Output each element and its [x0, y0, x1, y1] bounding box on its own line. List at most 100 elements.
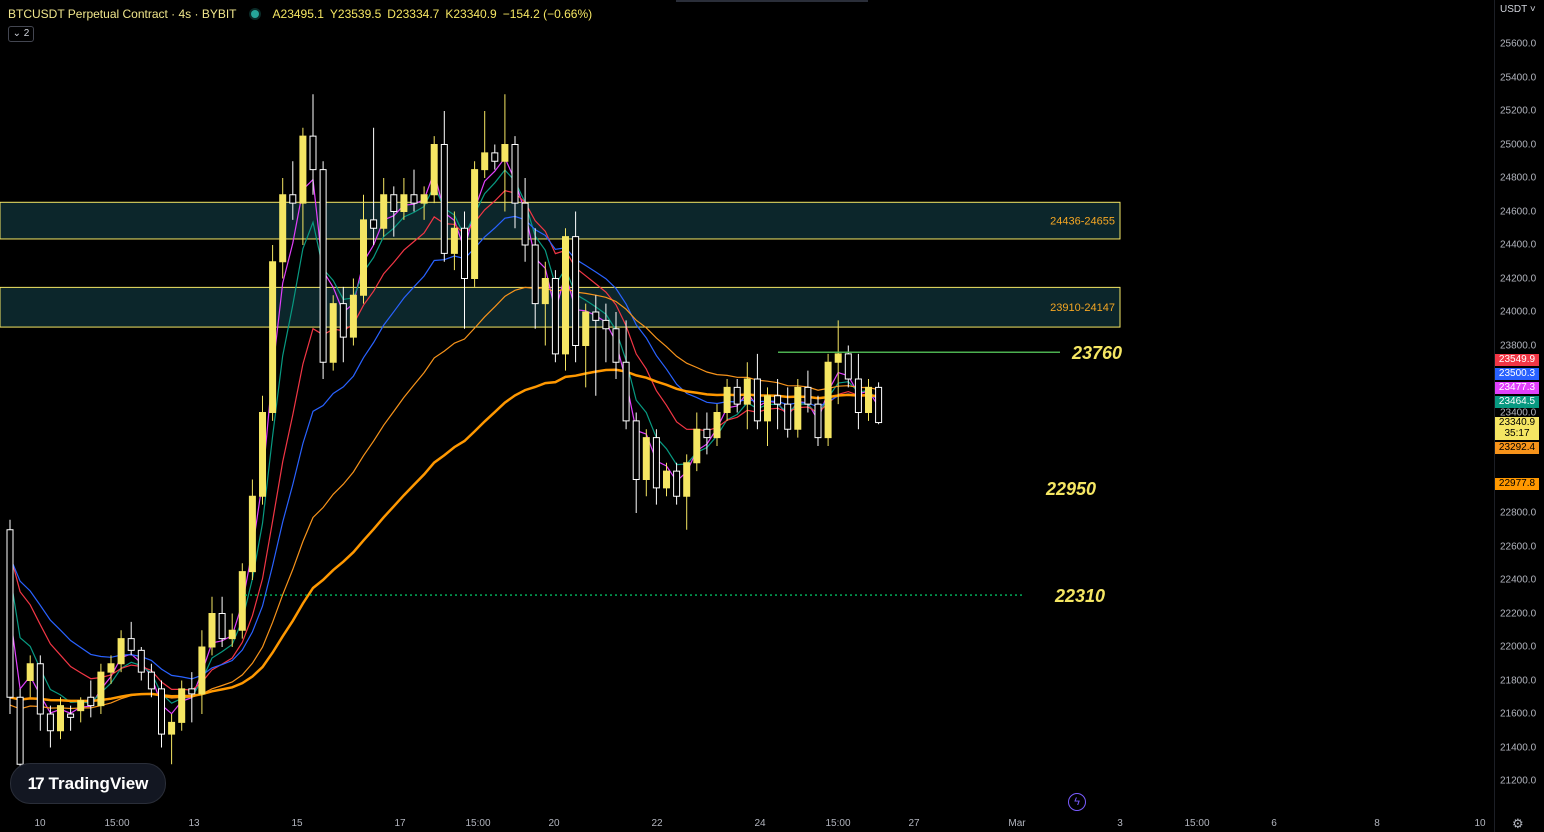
candle-body [834, 353, 842, 363]
candle-body [632, 420, 640, 480]
candle-body [450, 227, 458, 254]
candle-body [562, 236, 569, 355]
candle-body [6, 529, 14, 698]
candle-body [168, 721, 176, 735]
currency-selector[interactable]: USDT ˅ [1500, 4, 1536, 15]
candle-body [97, 671, 105, 707]
candle-body [663, 470, 670, 489]
zone-label-1: 23910-24147 [1050, 302, 1115, 314]
candle-body [390, 194, 398, 212]
price-tick: 25000.0 [1500, 139, 1537, 150]
price-tag: 23549.9 [1495, 354, 1539, 366]
top-drag-handle[interactable] [676, 0, 868, 2]
symbol-title[interactable]: BTCUSDT Perpetual Contract · 4s · BYBIT [8, 7, 237, 21]
logo-text: TradingView [48, 773, 149, 793]
price-tick: 25600.0 [1500, 38, 1537, 50]
price-tick: 24400.0 [1500, 239, 1537, 251]
candle-body [410, 194, 418, 204]
candle-body [339, 303, 347, 338]
candle-body [16, 696, 24, 765]
candle-body [592, 311, 600, 321]
candle-body [248, 495, 256, 573]
price-chart[interactable]: 24436-2465523910-24147237602295022310 [0, 0, 1494, 832]
candle-body [380, 194, 388, 229]
candle-body [693, 428, 701, 464]
price-tag: 23292.4 [1495, 442, 1539, 454]
candle-body [551, 278, 559, 355]
candle-body [461, 227, 468, 279]
candle-body [541, 278, 549, 305]
price-tick: 22200.0 [1500, 608, 1537, 619]
price-tick: 22400.0 [1500, 574, 1537, 586]
price-tag: 23477.3 [1495, 382, 1539, 394]
candle-body [814, 403, 822, 439]
candle-body [572, 236, 580, 346]
price-tick: 25200.0 [1500, 105, 1537, 117]
candle-body [77, 700, 85, 712]
candle-body [279, 194, 287, 263]
candle-body [723, 386, 731, 413]
candle-body [440, 144, 448, 254]
time-tick: 17 [394, 818, 406, 829]
candle-body [208, 613, 216, 648]
market-open-icon [250, 10, 259, 18]
time-tick: 6 [1271, 818, 1277, 829]
price-tick: 23800.0 [1500, 340, 1537, 351]
candle-body [26, 663, 34, 681]
candle-body [471, 169, 479, 279]
price-tick: 24000.0 [1500, 306, 1537, 318]
price-tick: 24200.0 [1500, 273, 1537, 284]
candle-body [784, 403, 792, 430]
candle-body [733, 386, 741, 405]
time-tick: 10 [34, 818, 46, 829]
candle-body [612, 328, 620, 363]
time-tick: 15:00 [825, 818, 851, 829]
high-value: Y23539.5 [329, 7, 382, 21]
candle-body [430, 144, 438, 196]
low-value: D23334.7 [387, 7, 440, 21]
price-tick: 25400.0 [1500, 72, 1537, 83]
close-value: K23340.9 [445, 7, 497, 21]
candle-body [703, 428, 711, 439]
time-tick: Mar [1008, 818, 1026, 829]
candle-body [865, 386, 872, 413]
level-label-1: 22950 [1045, 479, 1096, 499]
time-tick: 13 [188, 818, 200, 829]
candle-body [420, 194, 428, 204]
open-value: A23495.1 [272, 7, 324, 21]
time-tick: 8 [1374, 818, 1380, 829]
candle-body [218, 613, 226, 640]
candle-body [46, 713, 54, 732]
candle-body [582, 311, 590, 346]
candle-body [774, 395, 782, 405]
gear-icon[interactable]: ⚙ [1512, 816, 1524, 832]
lightning-icon[interactable]: ϟ [1068, 793, 1086, 811]
candle-body [652, 437, 660, 489]
candle-body [158, 688, 165, 735]
candle-body [309, 135, 317, 171]
price-tag: 35:17 [1495, 428, 1539, 440]
price-tick: 22600.0 [1500, 541, 1537, 552]
candle-body [117, 638, 125, 665]
time-tick: 20 [548, 818, 560, 829]
candle-body [289, 194, 297, 204]
zone-box-0 [0, 201, 1121, 240]
time-tick: 27 [908, 818, 920, 829]
price-tick: 24800.0 [1500, 172, 1537, 184]
candle-body [844, 353, 852, 380]
candle-body [147, 671, 155, 690]
level-label-0: 23760 [1071, 343, 1122, 363]
candle-body [501, 144, 509, 162]
change-value: −154.2 (−0.66%) [502, 7, 593, 21]
candle-body [804, 386, 812, 405]
moving-average-4 [9, 286, 879, 710]
candle-body [854, 378, 862, 413]
candle-body [137, 649, 145, 673]
tradingview-logo[interactable]: 17 TradingView [10, 763, 166, 804]
level-label-2: 22310 [1054, 586, 1105, 606]
time-tick: 10 [1474, 818, 1486, 829]
price-tag: 22977.8 [1495, 478, 1539, 490]
indicators-collapse-button[interactable]: ⌄ 2 [8, 26, 34, 42]
candle-body [319, 169, 327, 363]
candle-body [329, 303, 337, 363]
